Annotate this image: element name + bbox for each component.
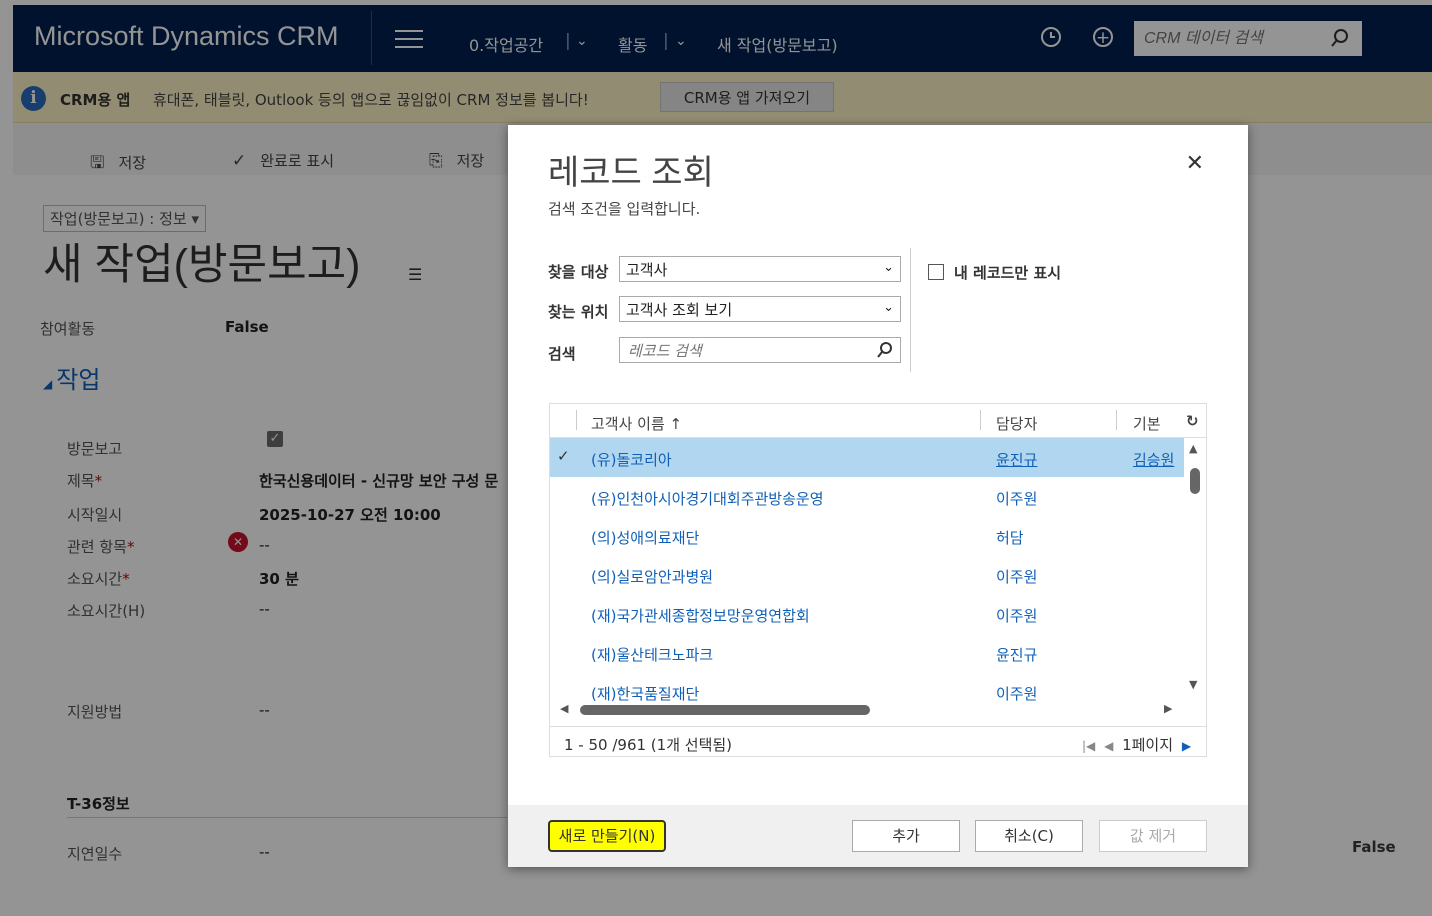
filter-divider [910,248,911,372]
table-row[interactable]: (의)성애의료재단 허담 [550,516,1184,555]
cancel-button[interactable]: 취소(C) [975,820,1083,852]
record-count: 1 - 50 /961 (1개 선택됨) [564,736,733,754]
scroll-thumb[interactable] [580,705,870,715]
new-record-button[interactable]: 새로 만들기(N) [548,820,666,852]
row-owner[interactable]: 이주원 [996,566,1037,587]
pager: |◀ ◀ 1페이지 ▶ [1082,734,1191,755]
remove-value-button[interactable]: 값 제거 [1099,820,1207,852]
scroll-left-icon[interactable]: ◀ [560,702,568,715]
row-owner[interactable]: 윤진규 [996,644,1037,665]
first-page-icon[interactable]: |◀ [1082,739,1095,753]
row-owner[interactable]: 이주원 [996,605,1037,626]
grid-footer: 1 - 50 /961 (1개 선택됨) |◀ ◀ 1페이지 ▶ [550,726,1206,756]
column-header-primary[interactable]: 기본 [1133,413,1161,434]
vertical-scrollbar[interactable]: ▲ ▼ [1186,438,1204,693]
row-name[interactable]: (재)울산테크노파크 [591,644,713,665]
table-row[interactable]: (재)울산테크노파크 윤진규 [550,633,1184,672]
add-button[interactable]: 추가 [852,820,960,852]
look-in-select[interactable]: 고객사 조회 보기 ⌄ [619,296,901,322]
table-row[interactable]: (의)실로암안과병원 이주원 [550,555,1184,594]
dialog-title: 레코드 조회 [548,154,714,192]
column-header-owner[interactable]: 담당자 [996,413,1037,434]
scroll-up-icon[interactable]: ▲ [1189,442,1197,455]
prev-page-icon[interactable]: ◀ [1104,739,1113,753]
grid-rows: ✓ (유)돌코리아 윤진규 김승원 (유)인천아시아경기대회주관방송운영 이주원… [550,438,1184,708]
next-page-icon[interactable]: ▶ [1182,739,1191,753]
table-row[interactable]: (유)인천아시아경기대회주관방송운영 이주원 [550,477,1184,516]
check-icon: ✓ [557,447,570,465]
horizontal-scrollbar[interactable]: ◀ ▶ [550,701,1190,719]
row-primary[interactable]: 김승원 [1133,449,1174,470]
row-owner[interactable]: 이주원 [996,488,1037,509]
dialog-subtitle: 검색 조건을 입력합니다. [548,200,701,218]
chevron-down-icon: ⌄ [883,300,894,315]
row-owner[interactable]: 허담 [996,527,1024,548]
checkbox-icon [928,264,944,280]
page-label: 1페이지 [1122,736,1174,754]
look-for-select[interactable]: 고객사 ⌄ [619,256,901,282]
row-owner[interactable]: 윤진규 [996,449,1037,470]
right-false-value: False [1352,838,1396,856]
record-search[interactable] [619,337,901,363]
close-icon[interactable]: ✕ [1186,151,1204,176]
lookup-grid: 고객사 이름 ↑ 담당자 기본 ↻ ✓ (유)돌코리아 윤진규 김승원 (유)인… [549,403,1207,757]
chevron-down-icon: ⌄ [883,260,894,275]
scroll-right-icon[interactable]: ▶ [1164,702,1172,715]
table-row[interactable]: ✓ (유)돌코리아 윤진규 김승원 [550,438,1184,477]
dialog-footer: 새로 만들기(N) 추가 취소(C) 값 제거 [508,805,1248,867]
column-separator [1116,410,1117,430]
row-name[interactable]: (재)국가관세종합정보망운영연합회 [591,605,810,626]
table-row[interactable]: (재)국가관세종합정보망운영연합회 이주원 [550,594,1184,633]
mine-only-checkbox[interactable]: 내 레코드만 표시 [928,262,1061,283]
look-in-label: 찾는 위치 [548,303,609,321]
row-name[interactable]: (유)돌코리아 [591,449,672,470]
row-name[interactable]: (의)성애의료재단 [591,527,699,548]
column-separator [576,410,577,430]
row-name[interactable]: (유)인천아시아경기대회주관방송운영 [591,488,824,509]
lookup-dialog: 레코드 조회 ✕ 검색 조건을 입력합니다. 찾을 대상 고객사 ⌄ 찾는 위치 … [508,125,1248,867]
refresh-icon[interactable]: ↻ [1186,412,1199,430]
scroll-thumb[interactable] [1190,468,1200,494]
row-name[interactable]: (의)실로암안과병원 [591,566,713,587]
column-header-name[interactable]: 고객사 이름 ↑ [591,413,682,434]
record-search-input[interactable] [626,341,870,361]
scroll-down-icon[interactable]: ▼ [1189,678,1197,691]
search-icon[interactable] [876,341,894,359]
column-separator [980,410,981,430]
grid-header: 고객사 이름 ↑ 담당자 기본 ↻ [550,404,1206,438]
look-for-label: 찾을 대상 [548,263,609,281]
search-label: 검색 [548,345,576,363]
